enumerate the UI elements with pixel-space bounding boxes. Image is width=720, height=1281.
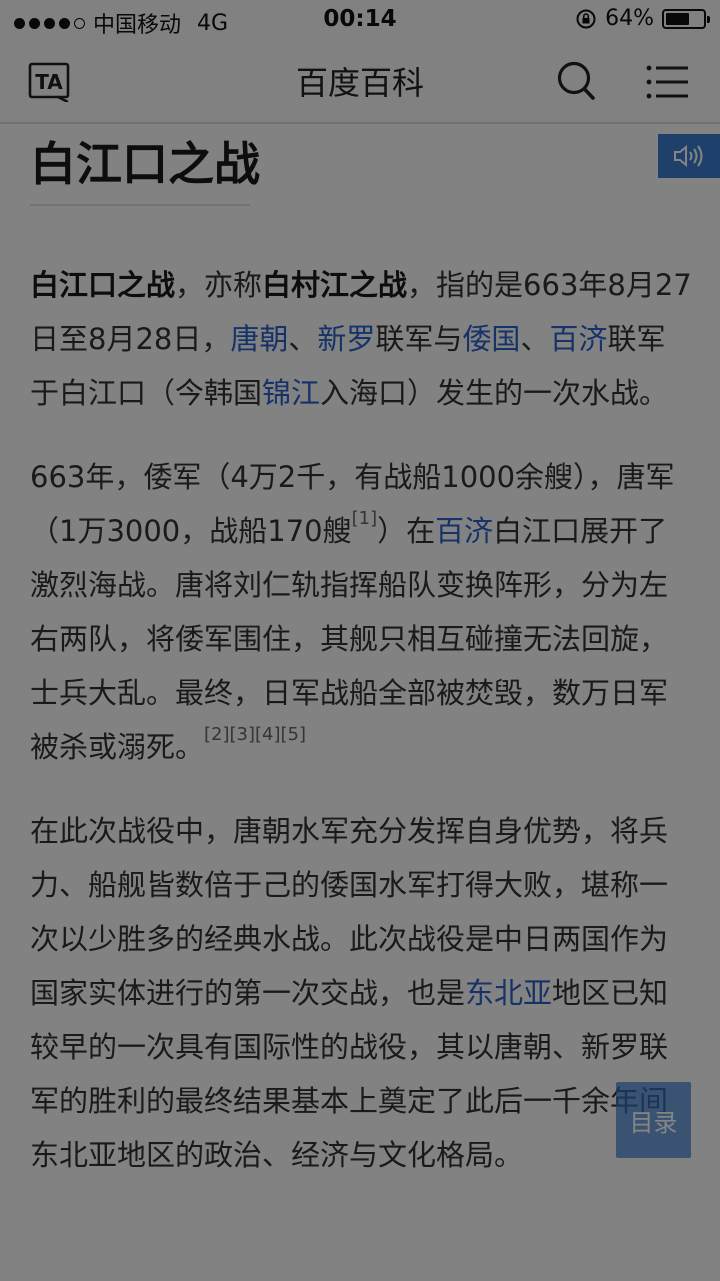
- speaker-icon: [674, 144, 703, 168]
- text: 联军与: [375, 322, 463, 356]
- status-right: 64%: [575, 6, 710, 31]
- link-tang[interactable]: 唐朝: [230, 322, 288, 356]
- text: ）在: [377, 514, 436, 548]
- menu-icon[interactable]: [646, 64, 690, 100]
- citation-2[interactable]: [2]: [204, 724, 230, 745]
- text: 入海口）发生的一次水战。: [320, 376, 669, 410]
- article-title: 白江口之战: [30, 137, 260, 191]
- citation-3[interactable]: [3]: [230, 724, 256, 745]
- bold-term: 白村江之战: [262, 268, 408, 302]
- text: 、: [520, 322, 550, 356]
- citation-5[interactable]: [5]: [281, 724, 307, 745]
- link-baekje[interactable]: 百济: [549, 322, 607, 356]
- link-northeast-asia[interactable]: 东北亚: [465, 976, 552, 1010]
- text: 白江口展开了激烈海战。唐将刘仁轨指挥船队变换阵形，分为左右两队，将倭军围住，其舰…: [30, 514, 669, 764]
- text: ，亦称: [175, 268, 263, 302]
- bold-term: 白江口之战: [30, 268, 176, 302]
- toc-button[interactable]: 目录: [616, 1082, 691, 1158]
- link-silla[interactable]: 新罗: [317, 322, 375, 356]
- site-title: 百度百科: [295, 64, 424, 102]
- paragraph-battle: 663年，倭军（4万2千，有战船1000余艘），唐军（1万3000，战船170艘…: [30, 450, 692, 774]
- text: 、: [288, 322, 318, 356]
- battery-percent: 64%: [605, 6, 654, 31]
- paragraph-intro: 白江口之战，亦称白村江之战，指的是663年8月27日至8月28日，唐朝、新罗联军…: [30, 258, 692, 420]
- paragraph-significance: 在此次战役中，唐朝水军充分发挥自身优势，将兵力、船舰皆数倍于己的倭国水军打得大败…: [30, 804, 692, 1182]
- status-bar: 中国移动 4G 00:14 64%: [0, 0, 720, 40]
- lock-rotation-icon: [576, 9, 596, 28]
- citation-4[interactable]: [4]: [255, 724, 281, 745]
- link-wa[interactable]: 倭国: [462, 322, 520, 356]
- audio-button[interactable]: [658, 134, 720, 178]
- search-icon[interactable]: [556, 60, 596, 104]
- citation-1[interactable]: [1]: [352, 508, 378, 529]
- link-geum-river[interactable]: 锦江: [262, 376, 320, 410]
- nav-bar: TA 百度百科: [0, 40, 720, 124]
- battery-icon: [662, 8, 710, 29]
- link-baekje[interactable]: 百济: [435, 514, 493, 548]
- article-body: 白江口之战，亦称白村江之战，指的是663年8月27日至8月28日，唐朝、新罗联军…: [30, 258, 692, 1212]
- title-divider: [30, 204, 250, 206]
